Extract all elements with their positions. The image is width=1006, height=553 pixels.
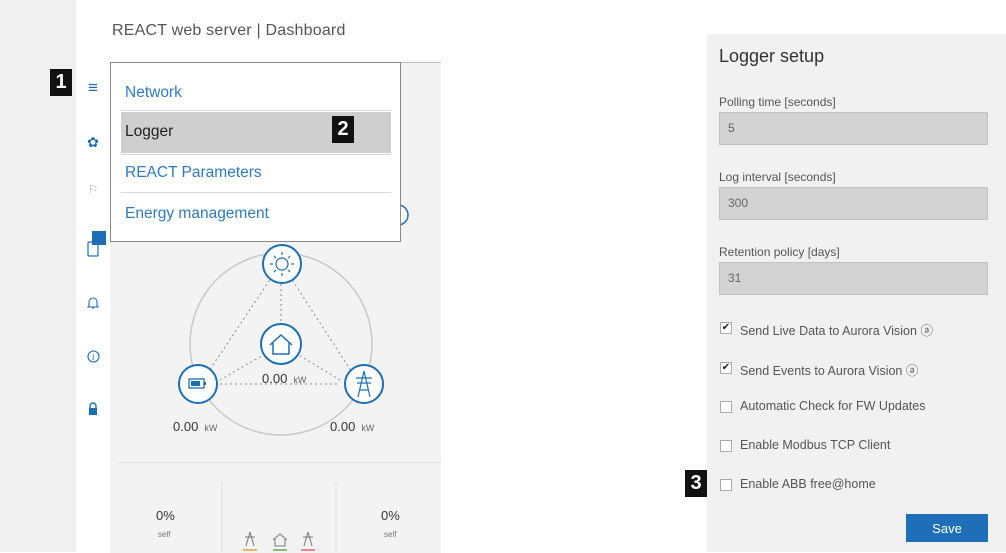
grid-power-readout: 0.00 kW xyxy=(330,419,375,434)
self-consumption-left: 0% xyxy=(156,508,175,523)
live-data-label: Send Live Data to Aurora Vision ⓐ xyxy=(740,324,933,338)
panel-title: Logger setup xyxy=(719,46,825,66)
menu-item-energy-management[interactable]: Energy management xyxy=(125,205,269,223)
dropdown-menu: Network Logger REACT Parameters Energy m… xyxy=(110,62,401,242)
solar-node xyxy=(262,244,302,284)
battery-power-readout: 0.00 kW xyxy=(173,419,218,434)
save-button[interactable]: Save xyxy=(906,514,988,542)
annotation-badge-1: 1 xyxy=(50,69,72,96)
home-node xyxy=(260,323,302,365)
retention-policy-input[interactable]: 31 xyxy=(719,262,988,295)
flag-icon[interactable]: ⚐ xyxy=(82,178,104,200)
polling-time-label: Polling time [seconds] xyxy=(719,95,836,109)
self-right-label: self xyxy=(384,530,397,539)
live-data-checkbox[interactable]: ✔ xyxy=(720,322,732,334)
info-icon[interactable]: i xyxy=(82,345,104,367)
polling-time-input[interactable]: 5 xyxy=(719,112,988,145)
gear-icon[interactable]: ✿ xyxy=(82,131,104,153)
menu-divider xyxy=(121,192,391,193)
free-at-home-checkbox[interactable] xyxy=(720,479,732,491)
free-at-home-label: Enable ABB free@home xyxy=(740,477,876,491)
menu-divider xyxy=(121,154,391,155)
self-consumption-right: 0% xyxy=(381,508,400,523)
annotation-badge-2: 2 xyxy=(332,116,354,143)
menu-divider xyxy=(121,110,391,111)
menu-item-logger[interactable]: Logger xyxy=(125,123,173,141)
svg-text:i: i xyxy=(92,353,95,362)
home-power-readout: 0.00 kW xyxy=(262,371,307,386)
events-label: Send Events to Aurora Vision ⓐ xyxy=(740,364,919,378)
retention-policy-label: Retention policy [days] xyxy=(719,245,840,259)
menu-icon[interactable]: ≡ xyxy=(82,77,104,99)
grid-node xyxy=(344,364,384,404)
log-interval-label: Log interval [seconds] xyxy=(719,170,836,184)
annotation-badge-3: 3 xyxy=(685,470,707,497)
events-checkbox[interactable]: ✔ xyxy=(720,362,732,374)
content-divider xyxy=(118,462,441,463)
page-title: REACT web server | Dashboard xyxy=(112,22,346,39)
bell-icon[interactable] xyxy=(82,292,104,314)
menu-item-network[interactable]: Network xyxy=(125,84,182,102)
fw-updates-label: Automatic Check for FW Updates xyxy=(740,399,926,413)
fw-updates-checkbox[interactable] xyxy=(720,401,732,413)
modbus-tcp-label: Enable Modbus TCP Client xyxy=(740,438,891,452)
modbus-tcp-checkbox[interactable] xyxy=(720,440,732,452)
lock-icon[interactable] xyxy=(82,398,104,420)
device-badge xyxy=(92,231,106,245)
log-interval-input[interactable]: 300 xyxy=(719,187,988,220)
menu-item-react-parameters[interactable]: REACT Parameters xyxy=(125,164,262,182)
self-left-label: self xyxy=(158,530,171,539)
